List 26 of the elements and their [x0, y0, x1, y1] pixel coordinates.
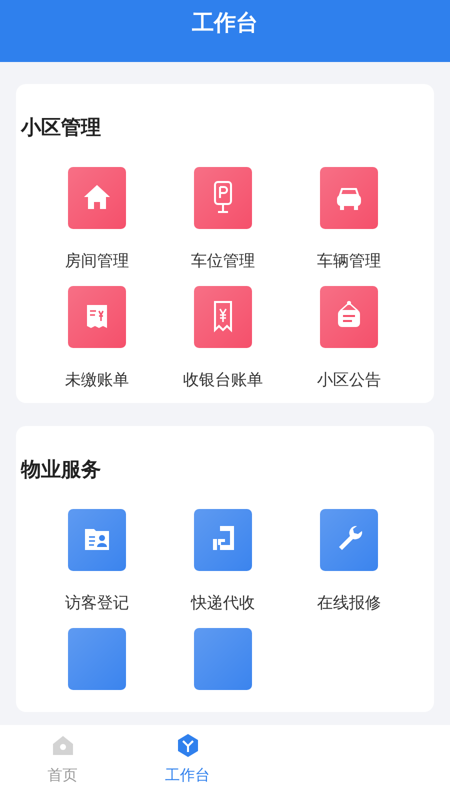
feature-label[interactable]: 在线报修: [317, 593, 381, 614]
package-icon[interactable]: [194, 509, 252, 571]
parking-sign-icon[interactable]: [194, 167, 252, 229]
section-title: 小区管理: [20, 114, 102, 141]
wrench-icon[interactable]: [320, 509, 378, 571]
feature-label[interactable]: 收银台账单: [183, 370, 263, 391]
feature-label[interactable]: 车位管理: [191, 251, 255, 272]
feature-label[interactable]: 未缴账单: [65, 370, 129, 391]
feature-label[interactable]: 访客登记: [65, 593, 129, 614]
hanging-sign-icon[interactable]: [320, 286, 378, 348]
car-icon[interactable]: [320, 167, 378, 229]
feature-label[interactable]: 小区公告: [317, 370, 381, 391]
receipt-icon[interactable]: [68, 286, 126, 348]
tab[interactable]: 工作台: [125, 725, 250, 800]
feature-tile[interactable]: [68, 628, 126, 690]
section-title: 物业服务: [20, 456, 102, 483]
hexagon-icon: [176, 733, 200, 758]
house-icon[interactable]: [68, 167, 126, 229]
feature-label[interactable]: 房间管理: [65, 251, 129, 272]
page-title: 工作台: [192, 10, 258, 38]
feature-label[interactable]: 车辆管理: [317, 251, 381, 272]
feature-tile[interactable]: [194, 628, 252, 690]
home-icon: [50, 733, 74, 758]
feature-label[interactable]: 快递代收: [191, 593, 255, 614]
bill-icon[interactable]: [194, 286, 252, 348]
id-card-icon[interactable]: [68, 509, 126, 571]
